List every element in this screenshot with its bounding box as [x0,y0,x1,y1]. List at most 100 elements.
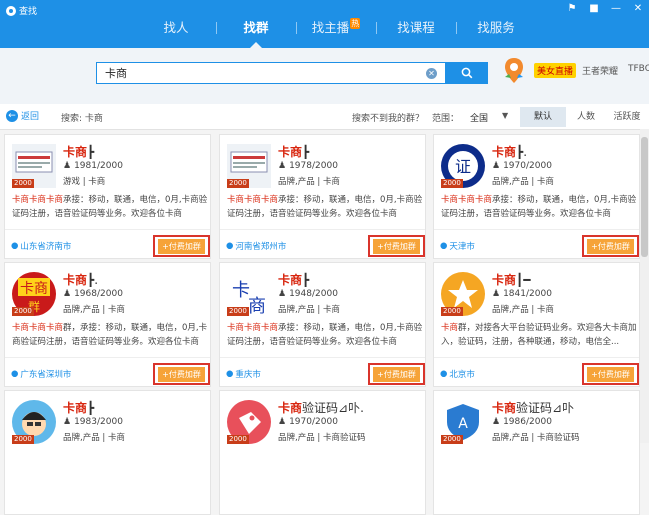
top-bar: 查找 ⚑ ■ — ✕ 找人 找群 找主播热 找课程 找服务 [0,0,649,48]
group-name[interactable]: 卡商┣ [278,271,309,288]
sort-tab-default[interactable]: 默认 [520,107,566,127]
chevron-down-icon[interactable]: ▼ [502,111,508,120]
member-count: ♟ 1968/2000 [63,289,123,299]
hot-badge: 热 [350,18,361,29]
level-badge: 2000 [12,307,34,316]
group-card[interactable]: 2000 卡商验证码⊿卟. ♟ 1970/2000 品牌,产品 | 卡商验证码 [219,390,426,515]
search-zone: ✕ 美女直播 王者荣耀 TFBO [0,48,649,104]
svg-text:商: 商 [248,296,266,316]
people-icon: ♟ [63,289,72,299]
people-icon: ♟ [63,161,72,171]
group-tags: 品牌,产品 | 卡商 [492,305,554,315]
paid-join-button[interactable]: +付费加群 [582,235,639,257]
group-tags: 品牌,产品 | 卡商验证码 [492,433,580,443]
minimize-icon[interactable]: — [611,3,621,14]
member-count: ♟ 1970/2000 [278,417,338,427]
group-name[interactable]: 卡商┣ [278,143,309,160]
group-tags: 品牌,产品 | 卡商 [278,177,340,187]
back-button[interactable]: ← 返回 [6,109,39,122]
clear-icon[interactable]: ✕ [426,68,437,79]
group-name[interactable]: 卡商┃━ [492,271,530,288]
group-card[interactable]: 证 2000 卡商┣. ♟ 1970/2000 品牌,产品 | 卡商 卡商卡商卡商… [433,134,640,259]
sort-tab-members[interactable]: 人数 [566,107,606,127]
region-select[interactable]: 全国 [470,111,488,124]
member-count: ♟ 1983/2000 [63,417,123,427]
nav-divider [376,22,377,34]
level-badge: 2000 [441,307,463,316]
location: ● 北京市 [440,369,475,380]
paid-join-button[interactable]: +付费加群 [368,235,425,257]
people-icon: ♟ [63,417,72,427]
group-tags: 品牌,产品 | 卡商 [492,177,554,187]
search-input[interactable] [105,66,405,79]
group-card[interactable]: 卡商 2000 卡商┣ ♟ 1948/2000 品牌,产品 | 卡商 卡商卡商卡商… [219,262,426,387]
member-count: ♟ 1841/2000 [492,289,552,299]
location-pin-icon: ● [226,369,234,379]
group-card[interactable]: 卡商群 2000 卡商┣. ♟ 1968/2000 品牌,产品 | 卡商 卡商卡商… [4,262,211,387]
member-count: ♟ 1986/2000 [492,417,552,427]
not-found-link[interactable]: 搜索不到我的群？ [352,111,424,124]
group-card[interactable]: A 2000 卡商验证码⊿卟 ♟ 1986/2000 品牌,产品 | 卡商验证码 [433,390,640,515]
group-card[interactable]: 2000 卡商┣ ♟ 1978/2000 品牌,产品 | 卡商 卡商卡商卡商承接：… [219,134,426,259]
search-button[interactable] [446,62,488,84]
back-label: 返回 [21,112,40,122]
paid-join-button[interactable]: +付费加群 [153,363,210,385]
filter-bar: ← 返回 搜索: 卡商 搜索不到我的群？ 范围： 全国 ▼ 默认 人数 活跃度 [0,104,649,130]
card-footer: ● 广东省深圳市 +付费加群 [5,357,210,388]
member-count: ♟ 1981/2000 [63,161,123,171]
group-name[interactable]: 卡商验证码⊿卟. [278,399,364,416]
paid-join-button[interactable]: +付费加群 [368,363,425,385]
tab-find-courses[interactable]: 找课程 [376,18,456,38]
card-footer: ● 重庆市 +付费加群 [220,357,425,388]
svg-text:证: 证 [455,157,471,176]
location: ● 天津市 [440,241,475,252]
paid-join-button[interactable]: +付费加群 [582,363,639,385]
group-description: 卡商卡商卡商群，承接：移动，联通，电信，0月,卡商验证码注册，语音验证码等业务。… [12,323,208,347]
sort-tab-activity[interactable]: 活跃度 [606,107,648,127]
card-footer: ● 山东省济南市 +付费加群 [5,229,210,260]
people-icon: ♟ [278,161,287,171]
tab-find-streamers[interactable]: 找主播热 [296,18,376,38]
group-tags: 品牌,产品 | 卡商验证码 [278,433,366,443]
hot-search-link[interactable]: TFBO [628,64,649,74]
window-title: 查找 [6,4,37,17]
member-count: ♟ 1978/2000 [278,161,338,171]
level-badge: 2000 [441,179,463,188]
group-results: 2000 卡商┣ ♟ 1981/2000 游戏 | 卡商 卡商卡商卡商承接：移动，… [0,129,649,515]
people-icon: ♟ [278,289,287,299]
group-description: 卡商卡商卡商承接：移动，联通，电信，0月,卡商验证码注册，语音验证码等业务。欢迎… [12,195,208,219]
window-title-text: 查找 [19,7,38,17]
nav-divider [216,22,217,34]
live-promo-badge[interactable]: 美女直播 [534,63,577,78]
group-card[interactable]: 2000 卡商┃━ ♟ 1841/2000 品牌,产品 | 卡商 卡商群，对接各大… [433,262,640,387]
group-name[interactable]: 卡商┣. [63,271,98,288]
group-name[interactable]: 卡商┣. [492,143,527,160]
group-tags: 品牌,产品 | 卡商 [63,433,125,443]
group-name[interactable]: 卡商┣ [63,399,94,416]
group-name[interactable]: 卡商┣ [63,143,94,160]
group-tags: 游戏 | 卡商 [63,177,106,187]
group-card[interactable]: 2000 卡商┣ ♟ 1983/2000 品牌,产品 | 卡商 [4,390,211,515]
people-icon: ♟ [492,417,501,427]
people-icon: ♟ [278,417,287,427]
hot-search-link[interactable]: 王者荣耀 [582,64,618,77]
tab-find-groups[interactable]: 找群 [216,18,296,48]
range-label: 范围： [432,114,460,124]
close-icon[interactable]: ✕ [633,3,643,14]
level-badge: 2000 [227,307,249,316]
skin-icon[interactable]: ■ [589,3,599,14]
location-pin-icon: ● [226,241,234,251]
group-name[interactable]: 卡商验证码⊿卟 [492,399,574,416]
scroll-thumb[interactable] [641,137,648,257]
people-icon: ♟ [492,161,501,171]
tab-find-people[interactable]: 找人 [136,18,216,38]
group-description: 卡商群，对接各大平台验证码业务。欢迎各大卡商加入，验证码，注册，各种联通，移动，… [441,323,637,347]
nav-divider [296,22,297,34]
map-pin-icon[interactable] [503,57,525,85]
location: ● 山东省济南市 [11,241,72,252]
tab-find-services[interactable]: 找服务 [456,18,536,38]
results-scrollbar[interactable] [640,129,649,443]
paid-join-button[interactable]: +付费加群 [153,235,210,257]
group-card[interactable]: 2000 卡商┣ ♟ 1981/2000 游戏 | 卡商 卡商卡商卡商承接：移动，… [4,134,211,259]
pin-icon[interactable]: ⚑ [567,3,577,14]
